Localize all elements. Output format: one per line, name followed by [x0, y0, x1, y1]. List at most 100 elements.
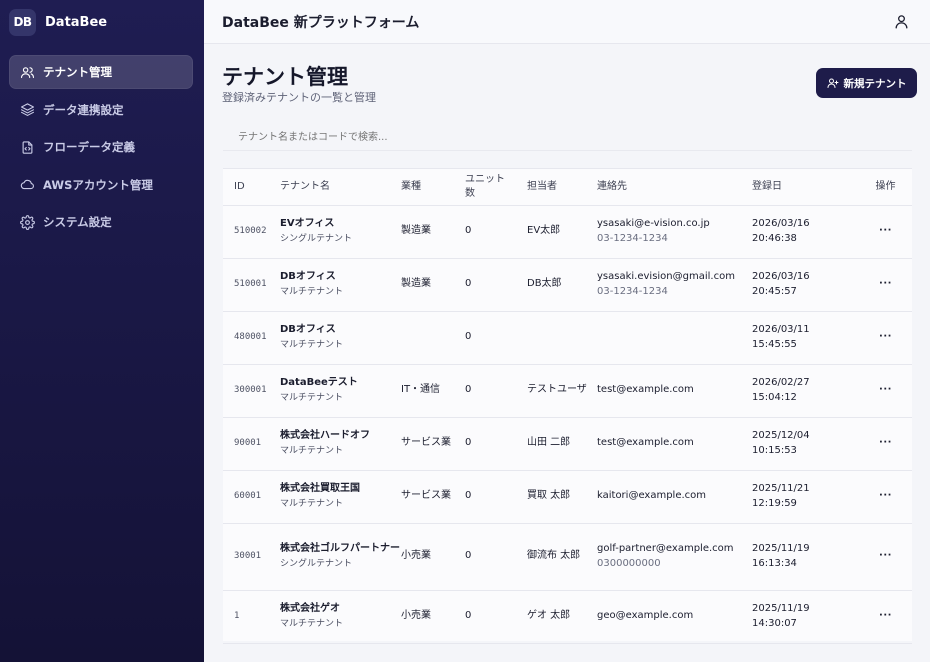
gear-icon — [20, 214, 35, 230]
row-actions-menu-icon[interactable]: ··· — [859, 311, 912, 365]
row-actions-menu-icon[interactable]: ··· — [859, 205, 912, 259]
tenant-type: マルチテナント — [280, 286, 344, 297]
owner: EV太郎 — [527, 205, 597, 259]
industry: IT・通信 — [401, 364, 465, 418]
unit-count: 0 — [465, 590, 527, 644]
registered-date: 2026/03/16 — [752, 218, 810, 229]
owner: DB太郎 — [527, 258, 597, 312]
table-header-row: ID テナント名 業種 ユニット数 担当者 連絡先 登録日 操作 — [223, 169, 912, 206]
sidebar: DB DataBee テナント管理 データ連携設定 フローデータ定義 AWSアカ… — [0, 0, 204, 662]
industry: 製造業 — [401, 258, 465, 312]
tenant-type: マルチテナント — [280, 339, 344, 350]
topbar: DataBee 新プラットフォーム — [204, 0, 930, 44]
contact-phone: 0300000000 — [597, 557, 661, 569]
industry: 小売業 — [401, 523, 465, 591]
tenant-name: 株式会社ゴルフパートナー — [280, 543, 400, 555]
file-code-icon — [20, 140, 35, 155]
table-row[interactable]: 60001 株式会社買取王国 マルチテナント サービス業 0 買取 太郎 kait… — [223, 470, 912, 524]
contact-phone: 03-1234-1234 — [597, 232, 668, 244]
registered-date: 2025/11/19 — [752, 543, 810, 554]
col-header-registered[interactable]: 登録日 — [752, 169, 859, 206]
sidebar-item-label: システム設定 — [43, 215, 112, 229]
table-row[interactable]: 1 株式会社ゲオ マルチテナント 小売業 0 ゲオ 太郎 geo@example.… — [223, 590, 912, 644]
col-header-units[interactable]: ユニット数 — [465, 169, 527, 206]
main-content: DataBee 新プラットフォーム テナント管理 登録済みテナントの一覧と管理 … — [204, 0, 930, 662]
col-header-industry[interactable]: 業種 — [401, 169, 465, 206]
contact-phone: 03-1234-1234 — [597, 285, 668, 297]
row-actions-menu-icon[interactable]: ··· — [859, 523, 912, 591]
row-id: 510002 — [234, 226, 267, 237]
sidebar-item-system-settings[interactable]: システム設定 — [9, 205, 193, 239]
row-actions-menu-icon[interactable]: ··· — [859, 470, 912, 524]
row-id: 480001 — [234, 332, 267, 343]
sidebar-item-label: フローデータ定義 — [43, 140, 135, 154]
row-actions-menu-icon[interactable]: ··· — [859, 417, 912, 471]
unit-count: 0 — [465, 523, 527, 591]
table-row[interactable]: 480001 DBオフィス マルチテナント 0 2026/03/11 15:45:5… — [223, 311, 912, 365]
brand[interactable]: DB DataBee — [0, 0, 204, 44]
table-row[interactable]: 510001 DBオフィス マルチテナント 製造業 0 DB太郎 ysasaki.… — [223, 258, 912, 312]
contact-email: golf-partner@example.com — [597, 543, 734, 554]
owner: テストユーザ — [527, 364, 597, 418]
search-input[interactable] — [238, 124, 908, 150]
new-tenant-button[interactable]: 新規テナント — [816, 68, 917, 98]
owner: ゲオ 太郎 — [527, 590, 597, 644]
tenant-type: マルチテナント — [280, 618, 344, 629]
col-header-contact[interactable]: 連絡先 — [597, 169, 752, 206]
unit-count: 0 — [465, 417, 527, 471]
registered-time: 12:19:59 — [752, 497, 797, 509]
row-actions-menu-icon[interactable]: ··· — [859, 364, 912, 418]
col-header-owner[interactable]: 担当者 — [527, 169, 597, 206]
row-actions-menu-icon[interactable]: ··· — [859, 258, 912, 312]
registered-time: 15:45:55 — [752, 338, 797, 350]
unit-count: 0 — [465, 258, 527, 312]
contact-email: test@example.com — [597, 384, 694, 396]
unit-count: 0 — [465, 364, 527, 418]
registered-time: 20:45:57 — [752, 285, 797, 297]
tenant-type: マルチテナント — [280, 498, 344, 509]
contact-email: test@example.com — [597, 437, 694, 449]
row-id: 30001 — [234, 551, 262, 562]
tenant-table: ID テナント名 業種 ユニット数 担当者 連絡先 登録日 操作 510002 … — [223, 168, 912, 644]
sidebar-item-flow-data[interactable]: フローデータ定義 — [9, 130, 193, 164]
app-root: DB DataBee テナント管理 データ連携設定 フローデータ定義 AWSアカ… — [0, 0, 930, 662]
sidebar-item-tenants[interactable]: テナント管理 — [9, 55, 193, 89]
page-header: テナント管理 登録済みテナントの一覧と管理 新規テナント — [204, 44, 930, 108]
unit-count: 0 — [465, 311, 527, 365]
app-title: DataBee 新プラットフォーム — [222, 14, 420, 31]
sidebar-item-label: テナント管理 — [43, 65, 112, 79]
registered-time: 16:13:34 — [752, 557, 797, 569]
registered-date: 2026/02/27 — [752, 377, 810, 388]
table-row[interactable]: 510002 EVオフィス シングルテナント 製造業 0 EV太郎 ysasaki… — [223, 205, 912, 259]
user-icon[interactable] — [893, 13, 910, 30]
tenant-type: マルチテナント — [280, 392, 344, 403]
col-header-tenant-name[interactable]: テナント名 — [280, 169, 401, 206]
brand-name: DataBee — [45, 14, 108, 30]
contact-email: geo@example.com — [597, 610, 694, 622]
table-row[interactable]: 30001 株式会社ゴルフパートナー シングルテナント 小売業 0 御流布 太郎 … — [223, 523, 912, 591]
sidebar-item-aws-accounts[interactable]: AWSアカウント管理 — [9, 168, 193, 202]
contact-email: ysasaki.evision@gmail.com — [597, 271, 735, 282]
brand-logo: DB — [9, 8, 36, 36]
tenant-name: DBオフィス — [280, 324, 336, 336]
table-row[interactable]: 90001 株式会社ハードオフ マルチテナント サービス業 0 山田 二郎 tes… — [223, 417, 912, 471]
owner: 山田 二郎 — [527, 417, 597, 471]
row-id: 1 — [234, 611, 240, 622]
table-row[interactable]: 300001 DataBeeテスト マルチテナント IT・通信 0 テストユーザ … — [223, 364, 912, 418]
unit-count: 0 — [465, 205, 527, 259]
row-id: 300001 — [234, 385, 267, 396]
sidebar-item-data-integration[interactable]: データ連携設定 — [9, 93, 193, 127]
tenant-name: 株式会社ゲオ — [280, 603, 340, 615]
sidebar-nav: テナント管理 データ連携設定 フローデータ定義 AWSアカウント管理 システム設… — [0, 44, 204, 239]
industry: 製造業 — [401, 205, 465, 259]
tenant-type: シングルテナント — [280, 558, 353, 569]
sidebar-item-label: AWSアカウント管理 — [43, 177, 153, 192]
tenant-name: DBオフィス — [280, 271, 336, 283]
industry — [401, 311, 465, 365]
page-subtitle: 登録済みテナントの一覧と管理 — [222, 91, 376, 104]
row-id: 60001 — [234, 491, 262, 502]
row-id: 90001 — [234, 438, 262, 449]
row-actions-menu-icon[interactable]: ··· — [859, 590, 912, 644]
contact-email: kaitori@example.com — [597, 490, 707, 502]
col-header-id[interactable]: ID — [223, 169, 280, 206]
